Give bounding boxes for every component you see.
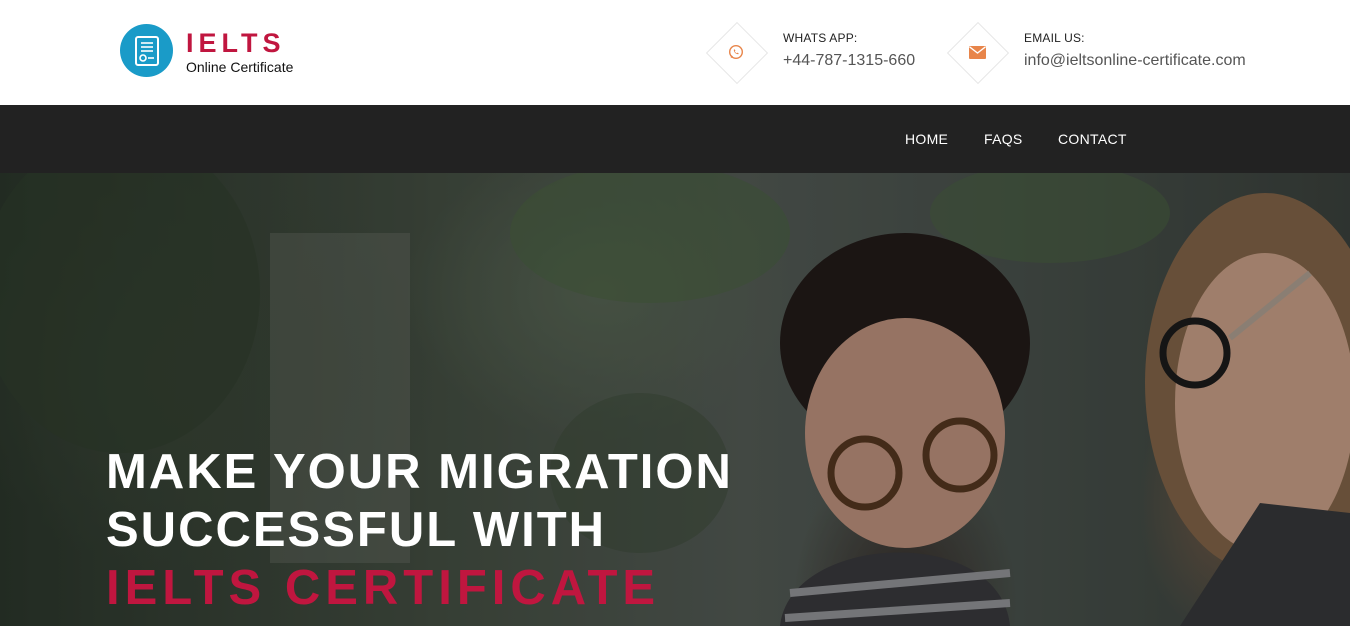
whatsapp-icon-frame xyxy=(706,22,766,82)
nav-faqs-link[interactable]: FAQS xyxy=(984,131,1023,147)
whatsapp-contact: WHATS APP: +44-787-1315-660 xyxy=(706,22,915,82)
main-nav: HOME FAQS CONTACT xyxy=(0,105,1350,173)
email-icon-frame xyxy=(947,22,1007,82)
nav-home-link[interactable]: HOME xyxy=(905,131,948,147)
certificate-icon xyxy=(120,24,173,77)
whatsapp-icon xyxy=(706,22,766,82)
logo-subtitle: Online Certificate xyxy=(186,58,294,75)
whatsapp-number-link[interactable]: +44-787-1315-660 xyxy=(783,52,915,70)
whatsapp-label: WHATS APP: xyxy=(783,30,858,45)
hero-heading: MAKE YOUR MIGRATION SUCCESSFUL WITH IELT… xyxy=(106,443,733,617)
site-header: IELTS Online Certificate WHATS APP: +44-… xyxy=(0,0,1350,105)
hero-banner: MAKE YOUR MIGRATION SUCCESSFUL WITH IELT… xyxy=(0,173,1350,626)
envelope-icon xyxy=(947,22,1007,82)
email-label: EMAIL US: xyxy=(1024,30,1085,45)
nav-contact-link[interactable]: CONTACT xyxy=(1058,131,1127,147)
logo-title: IELTS xyxy=(186,27,286,58)
site-logo[interactable]: IELTS Online Certificate xyxy=(120,24,293,77)
hero-heading-accent: IELTS CERTIFICATE xyxy=(106,561,661,615)
hero-heading-line-1: MAKE YOUR MIGRATION xyxy=(106,445,733,499)
email-contact: EMAIL US: info@ieltsonline-certificate.c… xyxy=(947,22,1246,82)
logo-text: IELTS Online Certificate xyxy=(186,28,293,74)
email-address-link[interactable]: info@ieltsonline-certificate.com xyxy=(1024,52,1246,70)
hero-heading-line-2: SUCCESSFUL WITH xyxy=(106,503,607,557)
